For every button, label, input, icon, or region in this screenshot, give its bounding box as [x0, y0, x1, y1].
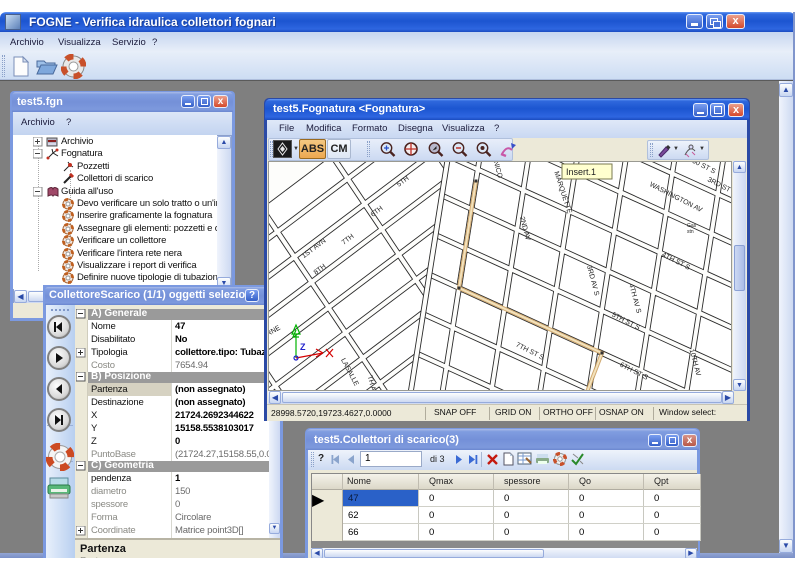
svg-text:Z: Z [300, 342, 306, 352]
svg-text:Insert.1: Insert.1 [566, 167, 596, 177]
svg-text:stn: stn [687, 229, 694, 235]
